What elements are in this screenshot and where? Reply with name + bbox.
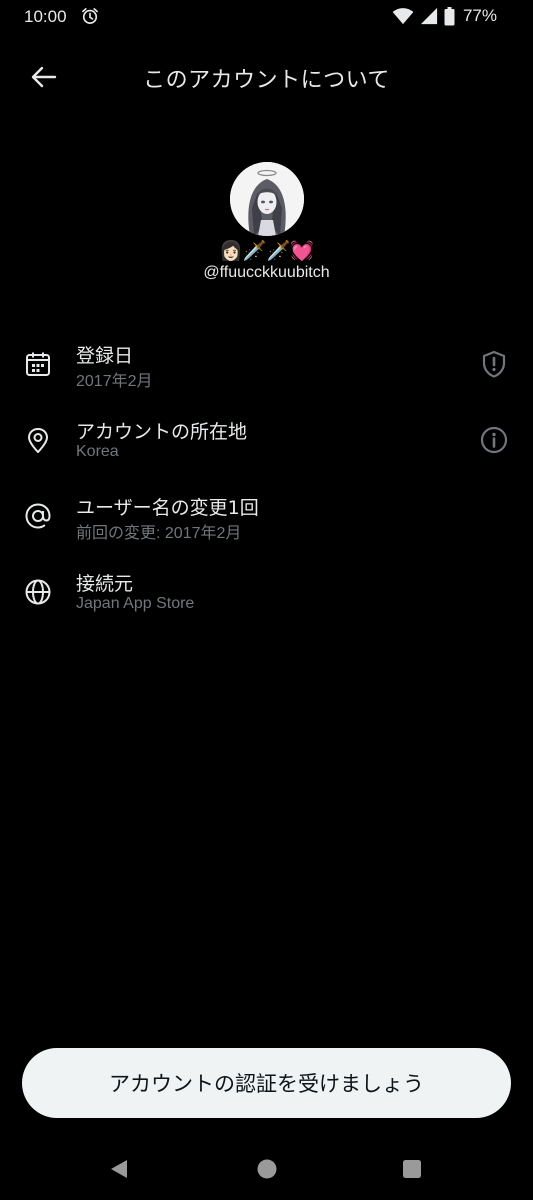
nav-home-icon[interactable]: [256, 1158, 278, 1180]
status-time: 10:00: [24, 7, 67, 26]
nav-back-icon[interactable]: [108, 1158, 130, 1180]
calendar-icon: [26, 352, 50, 376]
info-subtitle: Korea: [76, 443, 119, 460]
info-title: 登録日: [76, 345, 134, 367]
info-title: ユーザー名の変更1回: [76, 497, 259, 519]
info-row-connected-via: 接続元 Japan App Store: [0, 564, 533, 640]
battery-percentage: 77%: [462, 6, 497, 25]
verify-account-button[interactable]: アカウントの認証を受けましょう: [22, 1048, 511, 1118]
info-row-account-location: アカウントの所在地 Korea: [0, 412, 533, 488]
status-indicators: 77%: [392, 5, 497, 27]
location-pin-icon: [28, 428, 48, 453]
info-row-joined-date: 登録日 2017年2月: [0, 336, 533, 412]
info-icon[interactable]: [479, 425, 509, 455]
account-info-list: 登録日 2017年2月 アカウントの所在地 Korea ユーザー名の変更1回 前…: [0, 336, 533, 640]
avatar[interactable]: [229, 162, 304, 236]
header: このアカウントについて: [0, 44, 533, 108]
info-row-username-changes: ユーザー名の変更1回 前回の変更: 2017年2月: [0, 488, 533, 564]
cellular-signal-icon: [420, 7, 438, 25]
info-title: アカウントの所在地: [76, 421, 248, 443]
info-subtitle: 前回の変更: 2017年2月: [76, 525, 242, 542]
display-name: 👩🏻🗡️🗡️💓: [219, 240, 314, 262]
verify-account-button-label: アカウントの認証を受けましょう: [109, 1072, 424, 1096]
at-sign-icon: [25, 503, 51, 529]
info-subtitle: 2017年2月: [76, 373, 153, 390]
globe-icon: [25, 579, 51, 605]
system-navigation-bar: [0, 1140, 533, 1200]
profile-section: 👩🏻🗡️🗡️💓 @ffuucckkuubitch: [0, 162, 533, 282]
nav-recents-icon[interactable]: [402, 1159, 422, 1179]
wifi-icon: [392, 8, 414, 25]
shield-icon[interactable]: [479, 349, 509, 379]
info-title: 接続元: [76, 573, 134, 595]
avatar-illustration: [229, 162, 304, 236]
alarm-icon: [82, 8, 98, 24]
status-bar: 10:00 77%: [0, 0, 533, 34]
page-title: このアカウントについて: [143, 68, 390, 93]
info-subtitle: Japan App Store: [76, 595, 195, 612]
battery-icon: [444, 6, 455, 25]
username: @ffuucckkuubitch: [203, 264, 330, 281]
